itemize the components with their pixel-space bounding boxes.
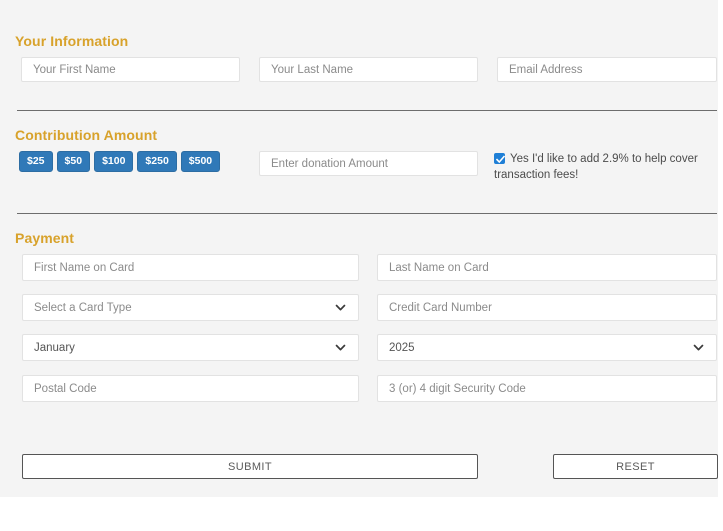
chevron-down-icon — [335, 304, 346, 311]
card-type-select[interactable]: Select a Card Type — [22, 294, 359, 321]
expiry-month-select[interactable]: January — [22, 334, 359, 361]
card-type-value: Select a Card Type — [34, 301, 132, 314]
first-name-input[interactable]: Your First Name — [21, 57, 240, 82]
chevron-down-icon — [693, 344, 704, 351]
email-placeholder: Email Address — [509, 63, 583, 76]
custom-donation-amount-placeholder: Enter donation Amount — [271, 157, 388, 170]
divider-information — [17, 110, 717, 111]
submit-button[interactable]: SUBMIT — [22, 454, 478, 479]
checkbox-icon[interactable] — [494, 153, 505, 164]
cover-fees-label: Yes I'd like to add 2.9% to help cover t… — [494, 153, 698, 181]
card-number-input[interactable]: Credit Card Number — [377, 294, 717, 321]
expiry-year-select[interactable]: 2025 — [377, 334, 717, 361]
postal-code-placeholder: Postal Code — [34, 382, 97, 395]
amount-button-500[interactable]: $500 — [180, 151, 221, 172]
card-first-name-placeholder: First Name on Card — [34, 261, 135, 274]
card-number-placeholder: Credit Card Number — [389, 301, 492, 314]
divider-contribution — [17, 213, 717, 214]
card-last-name-placeholder: Last Name on Card — [389, 261, 489, 274]
amount-button-25[interactable]: $25 — [19, 151, 53, 172]
cover-fees-checkbox-row[interactable]: Yes I'd like to add 2.9% to help cover t… — [494, 151, 699, 183]
section-title-your-information: Your Information — [15, 33, 129, 49]
security-code-placeholder: 3 (or) 4 digit Security Code — [389, 382, 526, 395]
last-name-input[interactable]: Your Last Name — [259, 57, 478, 82]
security-code-input[interactable]: 3 (or) 4 digit Security Code — [377, 375, 717, 402]
amount-button-250[interactable]: $250 — [137, 151, 177, 172]
amount-button-group: $25 $50 $100 $250 $500 — [19, 151, 221, 172]
reset-button[interactable]: RESET — [553, 454, 718, 479]
first-name-placeholder: Your First Name — [33, 63, 116, 76]
chevron-down-icon — [335, 344, 346, 351]
section-title-payment: Payment — [15, 230, 75, 246]
amount-button-50[interactable]: $50 — [56, 151, 91, 172]
expiry-year-value: 2025 — [389, 341, 415, 354]
card-first-name-input[interactable]: First Name on Card — [22, 254, 359, 281]
email-input[interactable]: Email Address — [497, 57, 717, 82]
last-name-placeholder: Your Last Name — [271, 63, 354, 76]
postal-code-input[interactable]: Postal Code — [22, 375, 359, 402]
donation-form-page: Your Information Your First Name Your La… — [0, 0, 723, 531]
amount-button-100[interactable]: $100 — [94, 151, 134, 172]
card-last-name-input[interactable]: Last Name on Card — [377, 254, 717, 281]
section-title-contribution-amount: Contribution Amount — [15, 127, 158, 143]
custom-donation-amount-input[interactable]: Enter donation Amount — [259, 151, 478, 176]
expiry-month-value: January — [34, 341, 75, 354]
